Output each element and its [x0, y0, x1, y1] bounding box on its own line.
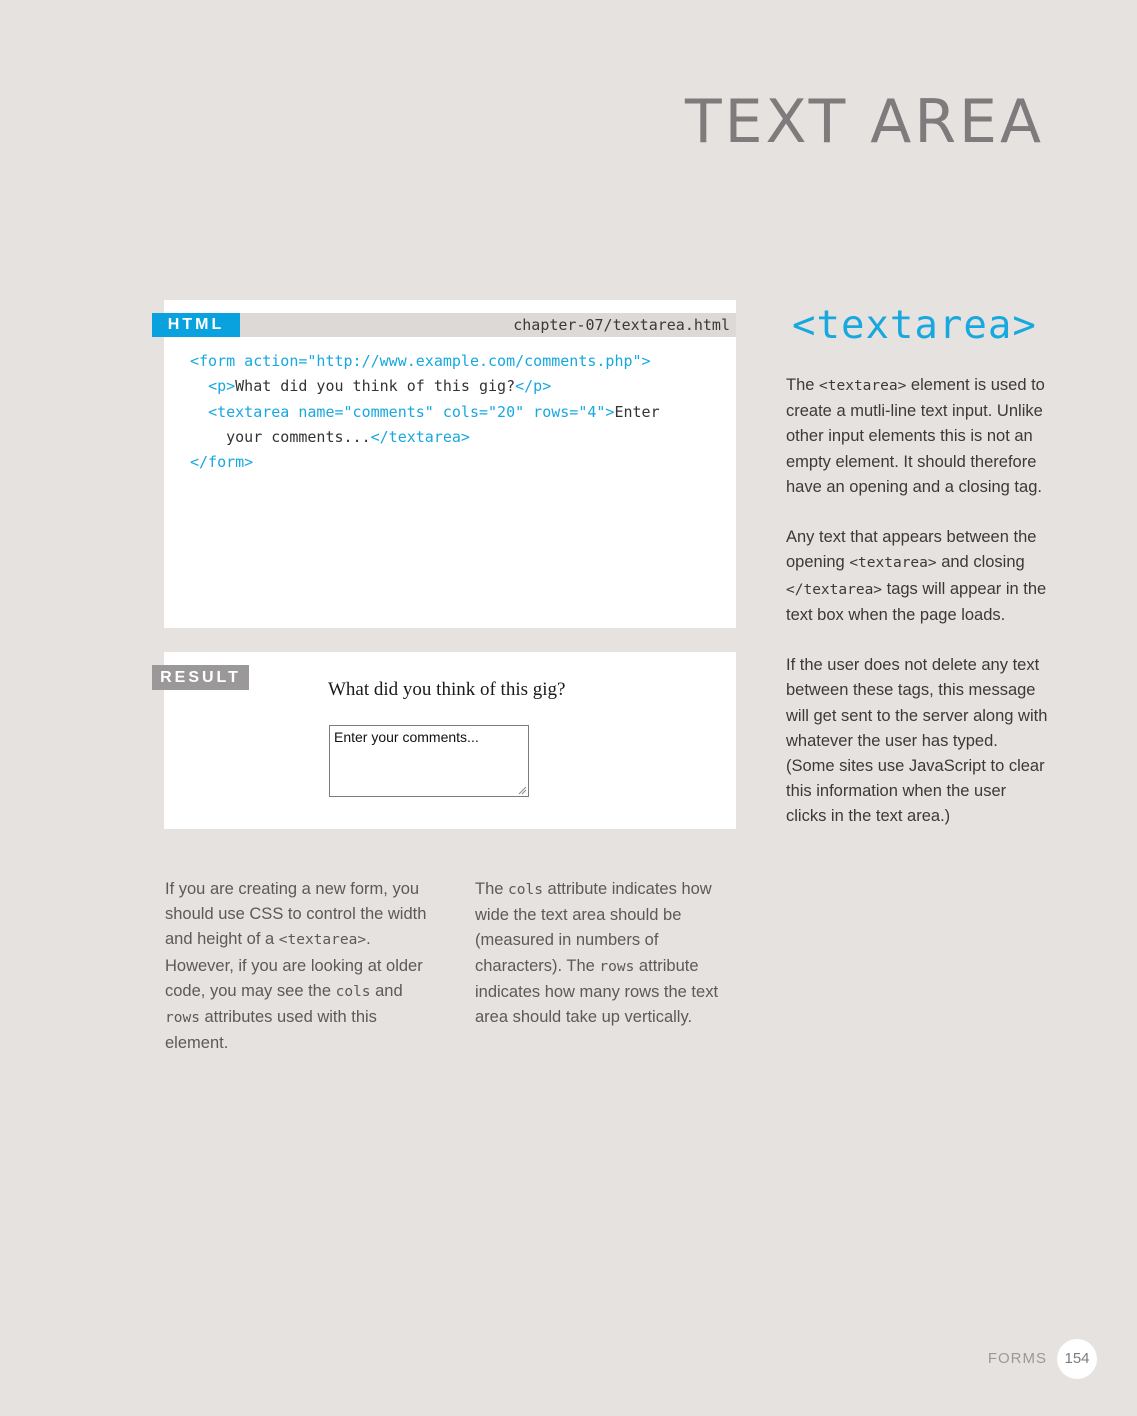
code-filename: chapter-07/textarea.html [513, 316, 730, 334]
sidebar-text: The <textarea> element is used to create… [786, 373, 1048, 855]
code-text: What did you think of this gig? [235, 377, 516, 396]
code-text: your comments... [190, 427, 371, 446]
code-tag: <textarea name="comments" cols="20" rows… [208, 402, 615, 421]
note-paragraph: If you are creating a new form, you shou… [165, 877, 435, 1056]
inline-code: cols [508, 882, 543, 898]
code-tag: <form action="http://www.example.com/com… [190, 352, 651, 370]
result-question: What did you think of this gig? [328, 679, 566, 700]
inline-code: </textarea> [786, 581, 883, 598]
code-tag: </form> [190, 453, 254, 472]
footer-section-name: FORMS [987, 1350, 1047, 1367]
note-column-right: The cols attribute indicates how wide th… [475, 877, 730, 1055]
resize-grip-icon [518, 786, 527, 795]
html-label: HTML [152, 313, 240, 337]
sidebar-paragraph: Any text that appears between the openin… [786, 525, 1048, 628]
result-textarea: Enter your comments... [329, 725, 529, 797]
text-run: and [370, 981, 403, 1000]
sidebar-paragraph: The <textarea> element is used to create… [786, 373, 1048, 500]
inline-code: <textarea> [278, 932, 367, 949]
inline-code: cols [335, 983, 371, 1000]
note-column-left: If you are creating a new form, you shou… [165, 877, 435, 1082]
code-tag: </p> [515, 377, 552, 396]
inline-code: rows [599, 958, 635, 975]
sidebar-heading: <textarea> [792, 303, 1037, 348]
inline-code: rows [165, 1010, 200, 1027]
text-run: and closing [936, 553, 1025, 572]
page-title: TEXT AREA [684, 87, 1044, 157]
text-run: The [786, 376, 820, 394]
code-tag: </textarea> [370, 427, 470, 446]
inline-code: <textarea> [819, 378, 907, 394]
code-text: Enter [614, 402, 660, 421]
text-run: The [475, 880, 509, 898]
sidebar-paragraph: If the user does not delete any text bet… [786, 653, 1048, 829]
inline-code: <textarea> [849, 555, 937, 572]
text-run: If the user does not delete any text bet… [786, 656, 1048, 826]
note-paragraph: The cols attribute indicates how wide th… [475, 877, 730, 1030]
code-tag: <p> [208, 377, 236, 396]
code-listing: <form action="http://www.example.com/com… [190, 349, 660, 475]
page-number: 154 [1057, 1339, 1097, 1379]
result-textarea-value: Enter your comments... [334, 729, 479, 745]
result-label: RESULT [152, 665, 249, 690]
